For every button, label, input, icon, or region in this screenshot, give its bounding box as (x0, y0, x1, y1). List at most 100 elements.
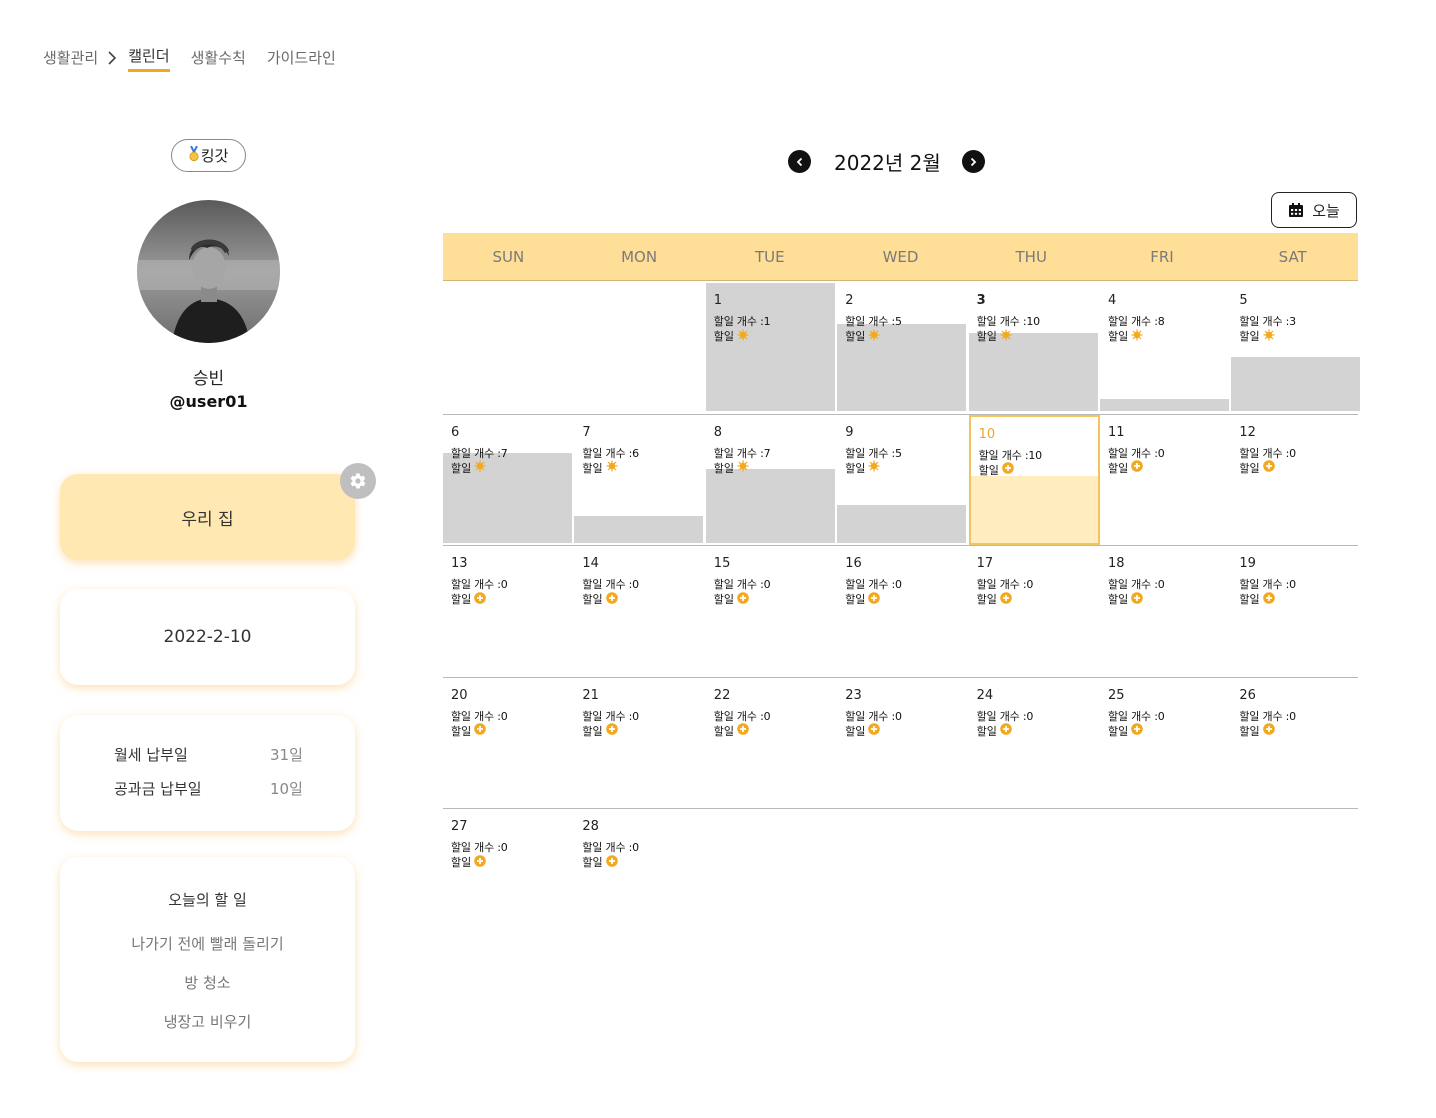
calendar-day[interactable]: 27 할일 개수 :0 할일 (443, 809, 574, 939)
todo-label: 할일 (1239, 593, 1260, 607)
calendar-day[interactable]: 18 할일 개수 :0 할일 (1100, 546, 1231, 676)
day-number: 12 (1239, 424, 1256, 440)
prev-month-button[interactable] (788, 150, 811, 173)
plus-circle-icon[interactable] (1000, 591, 1012, 607)
next-month-button[interactable] (961, 150, 985, 173)
calendar-day[interactable]: 17 할일 개수 :0 할일 (969, 546, 1100, 676)
plus-circle-icon[interactable] (1131, 591, 1144, 607)
breadcrumb-root[interactable]: 생활관리 (43, 47, 98, 68)
plus-circle-icon[interactable] (605, 591, 618, 607)
plus-circle-icon[interactable] (1131, 460, 1144, 475)
todo-count: 할일 개수 :0 (451, 709, 508, 723)
progress-bar (837, 504, 967, 543)
calendar-day[interactable]: 28 할일 개수 :0 할일 (574, 809, 705, 939)
todo-row: 할일 (979, 462, 1014, 478)
calendar-day[interactable]: 26 할일 개수 :0 할일 (1231, 678, 1362, 808)
todo-count: 할일 개수 :10 (976, 315, 1041, 328)
calendar-day[interactable]: 5 할일 개수 :3 할일 (1231, 283, 1362, 413)
todo-row: 할일 (582, 591, 618, 607)
progress-bar (705, 468, 835, 543)
day-number: 4 (1108, 293, 1117, 308)
calendar-day[interactable]: 6 할일 개수 :7 할일 (443, 415, 574, 545)
today-button-label: 오늘 (1312, 201, 1340, 220)
sun-icon (606, 460, 618, 475)
plus-circle-icon[interactable] (605, 855, 618, 870)
calendar-day[interactable]: 15 할일 개수 :0 할일 (706, 546, 837, 676)
todo-label: 할일 (582, 856, 603, 870)
calendar-week: 20 할일 개수 :0 할일 21 할일 개수 :0 할일 22 할일 개수 :0 할일 23 할일… (443, 678, 1358, 810)
todo-count: 할일 개수 :5 (845, 315, 902, 328)
day-number: 23 (845, 687, 862, 703)
calendar-day[interactable]: 11 할일 개수 :0 할일 (1100, 415, 1231, 545)
plus-circle-icon[interactable] (1000, 723, 1012, 738)
calendar-day[interactable]: 10 할일 개수 :10 할일 (968, 414, 1100, 545)
todo-label: 할일 (582, 461, 603, 475)
todo-label: 할일 (976, 593, 997, 607)
plus-circle-icon[interactable] (868, 723, 881, 738)
todo-row: 할일 (845, 460, 880, 476)
plus-circle-icon[interactable] (868, 591, 881, 607)
todo-count: 할일 개수 :0 (713, 578, 771, 592)
weekday-sun: SUN (492, 248, 525, 266)
calendar-day[interactable]: 24 할일 개수 :0 할일 (969, 678, 1100, 808)
calendar-day[interactable]: 4 할일 개수 :8 할일 (1100, 283, 1231, 413)
calendar-day[interactable]: 21 할일 개수 :0 할일 (574, 678, 705, 808)
plus-circle-icon[interactable] (605, 723, 618, 738)
todo-label: 할일 (845, 593, 866, 607)
calendar-week: 27 할일 개수 :0 할일 28 할일 개수 :0 할일 (443, 809, 1358, 941)
day-number: 28 (582, 819, 599, 835)
rank-badge-label: 킹갓 (200, 147, 229, 165)
weekday-header: SUN MON TUE WED THU FRI SAT (443, 233, 1358, 281)
calendar-day[interactable]: 9 할일 개수 :5 할일 (837, 415, 968, 545)
calendar-day[interactable]: 20 할일 개수 :0 할일 (443, 678, 574, 808)
todo-row: 할일 (714, 460, 749, 476)
tab-calendar[interactable]: 캘린더 (128, 45, 170, 72)
todo-item: 나가기 전에 빨래 돌리기 (131, 935, 284, 953)
plus-circle-icon[interactable] (737, 723, 749, 738)
calendar-day[interactable]: 23 할일 개수 :0 할일 (837, 678, 968, 808)
todo-card: 오늘의 할 일 나가기 전에 빨래 돌리기 방 청소 냉장고 비우기 (60, 857, 355, 1062)
todo-row: 할일 (714, 328, 749, 344)
today-button[interactable]: 오늘 (1271, 192, 1357, 228)
calendar-day[interactable]: 12 할일 개수 :0 할일 (1231, 415, 1362, 545)
calendar-day[interactable]: 7 할일 개수 :6 할일 (574, 415, 705, 545)
plus-circle-icon[interactable] (1262, 460, 1275, 475)
day-number: 22 (713, 687, 731, 703)
calendar-day[interactable]: 16 할일 개수 :0 할일 (837, 546, 968, 676)
sun-icon (1000, 329, 1012, 344)
plus-circle-icon[interactable] (737, 591, 749, 607)
todo-row: 할일 (977, 723, 1012, 739)
plus-circle-icon[interactable] (1131, 723, 1144, 738)
day-number: 27 (451, 819, 468, 835)
gear-icon[interactable] (340, 463, 376, 499)
plus-circle-icon[interactable] (474, 723, 487, 738)
plus-circle-icon[interactable] (1262, 591, 1275, 607)
calendar-icon (1289, 203, 1304, 217)
calendar-day[interactable]: 8 할일 개수 :7 할일 (705, 415, 837, 545)
progress-bar (1100, 399, 1229, 411)
calendar-day[interactable]: 13 할일 개수 :0 할일 (443, 546, 574, 676)
tab-guideline[interactable]: 가이드라인 (267, 47, 336, 68)
day-number: 10 (978, 426, 996, 442)
plus-circle-icon[interactable] (1002, 462, 1014, 477)
plus-circle-icon[interactable] (474, 591, 487, 607)
home-card[interactable]: 우리 집 (60, 474, 355, 560)
calendar-day[interactable]: 2 할일 개수 :5 할일 (837, 283, 968, 413)
calendar-day[interactable]: 25 할일 개수 :0 할일 (1100, 678, 1231, 808)
plus-circle-icon[interactable] (474, 855, 487, 870)
calendar-day[interactable]: 19 할일 개수 :0 할일 (1231, 546, 1362, 676)
calendar-day[interactable]: 1 할일 개수 :1 할일 (705, 283, 837, 413)
sun-icon (1131, 329, 1143, 344)
todo-row: 할일 (451, 854, 487, 870)
rank-badge: 킹갓 (171, 139, 246, 172)
todo-label: 할일 (1239, 330, 1260, 343)
todo-label: 할일 (845, 724, 866, 738)
todo-count: 할일 개수 :0 (1108, 709, 1165, 723)
calendar-day[interactable]: 22 할일 개수 :0 할일 (706, 678, 837, 808)
tab-rules[interactable]: 생활수칙 (191, 47, 246, 68)
calendar-day[interactable]: 3 할일 개수 :10 할일 (968, 283, 1100, 413)
day-number: 18 (1108, 556, 1125, 572)
plus-circle-icon[interactable] (1262, 723, 1275, 738)
calendar-day[interactable]: 14 할일 개수 :0 할일 (574, 546, 705, 676)
day-number: 3 (976, 293, 986, 308)
